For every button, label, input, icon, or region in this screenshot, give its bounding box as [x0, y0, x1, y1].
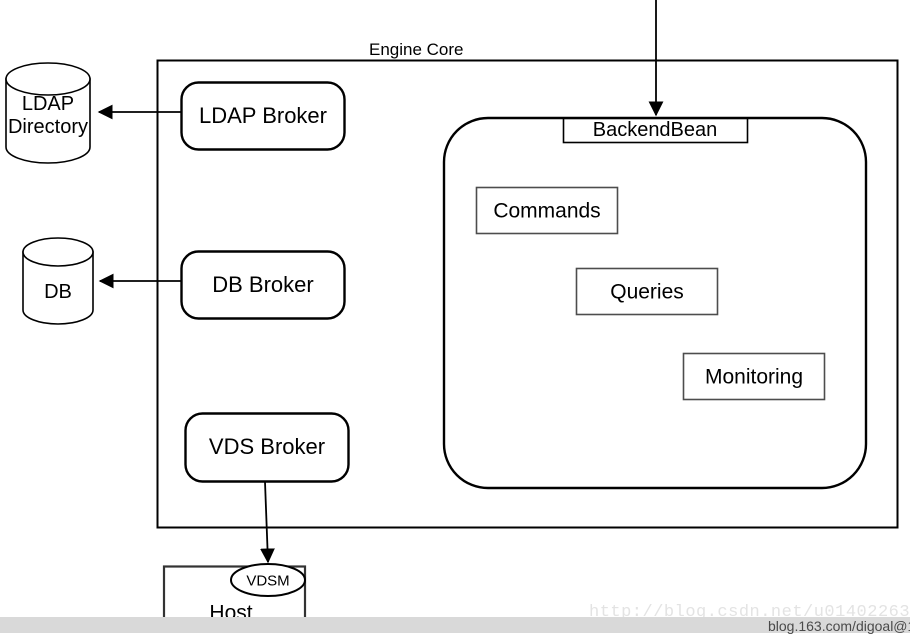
ldap-directory-label-line1: LDAP [21, 93, 75, 115]
backend-bean-label: BackendBean [592, 119, 718, 141]
queries-label: Queries [610, 280, 684, 304]
vdsm-label: VDSM [246, 572, 290, 590]
watermark-footer: blog.163.com/digoal@126 [768, 618, 910, 634]
db-label: DB [44, 281, 72, 303]
ldap-broker-label: LDAP Broker [199, 103, 327, 128]
diagram-canvas: Engine Core LDAP Directory DB LDAP Broke… [0, 0, 910, 634]
engine-core-label: Engine Core [369, 40, 464, 59]
diagram-shapes [5, 0, 899, 633]
commands-label: Commands [493, 199, 601, 223]
ldap-directory-label-line2: Directory [7, 116, 89, 138]
vds-broker-label: VDS Broker [208, 434, 326, 459]
db-broker-label: DB Broker [212, 272, 314, 297]
ldap-directory-label: LDAP Directory [8, 93, 88, 139]
monitoring-label: Monitoring [704, 365, 804, 389]
